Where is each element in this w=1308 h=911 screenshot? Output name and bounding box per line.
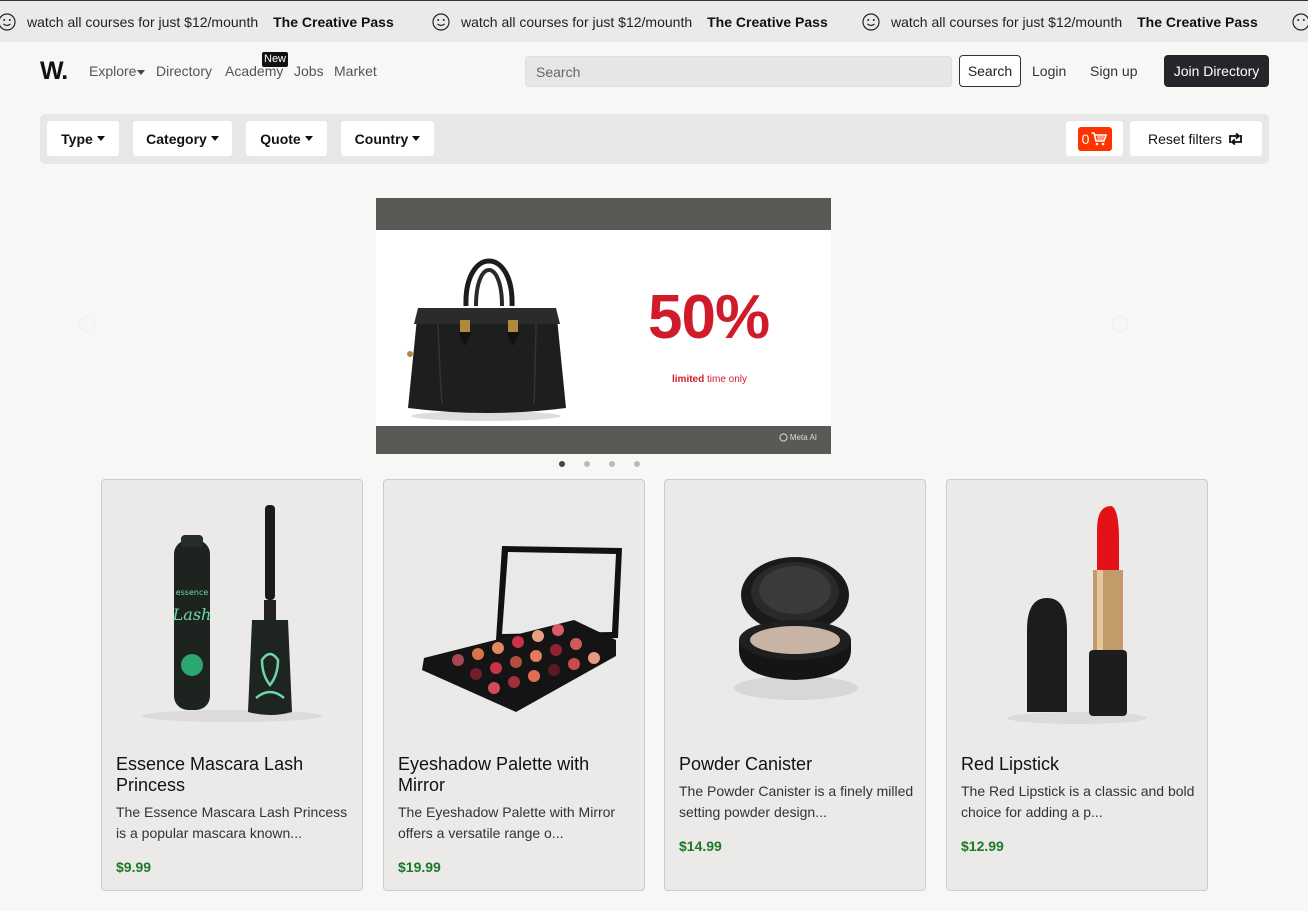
marquee-pass-name: The Creative Pass [1137, 14, 1258, 30]
caret-down-icon [210, 136, 219, 141]
promo-banner: 50% limited time only [376, 230, 831, 426]
refresh-icon [1229, 132, 1242, 145]
carousel-dot[interactable] [559, 461, 565, 467]
carousel-dot[interactable] [584, 461, 590, 467]
watermark: Meta AI [779, 433, 817, 442]
filter-type-button[interactable]: Type [47, 121, 119, 156]
marquee-pass-name: The Creative Pass [707, 14, 828, 30]
reset-filters-label: Reset filters [1148, 130, 1222, 147]
promo-subtitle: limited time only [672, 374, 747, 385]
caret-down-icon [137, 69, 146, 75]
carousel-slide: 50% limited time only Meta AI [376, 198, 831, 454]
smiley-icon [432, 13, 450, 31]
nav-jobs[interactable]: Jobs [294, 63, 324, 79]
product-card[interactable]: Red Lipstick The Red Lipstick is a class… [946, 479, 1208, 891]
filter-category-button[interactable]: Category [133, 121, 232, 156]
marquee-pass-name: The Creative Pass [273, 14, 394, 30]
caret-down-icon [96, 136, 105, 141]
carousel-dot[interactable] [634, 461, 640, 467]
product-title[interactable]: Red Lipstick [961, 754, 1197, 775]
promo-limited: limited [672, 374, 705, 385]
cart-button[interactable]: 0 [1066, 121, 1123, 156]
product-title[interactable]: Powder Canister [679, 754, 915, 775]
filter-bar: Type Category Quote Country 0 Reset filt… [40, 114, 1269, 164]
svg-text:Lash: Lash [172, 605, 212, 624]
cart-count: 0 [1081, 130, 1090, 147]
smiley-icon [862, 13, 880, 31]
promo-marquee: watch all courses for just $12/mounth Th… [0, 0, 1308, 42]
reset-filters-button[interactable]: Reset filters [1130, 121, 1262, 156]
product-card[interactable]: Eyeshadow Palette with Mirror The Eyesha… [383, 479, 645, 891]
product-price: $9.99 [116, 859, 152, 875]
marquee-item[interactable]: watch all courses for just $12/mounth Th… [862, 11, 1258, 33]
product-description: The Powder Canister is a finely milled s… [679, 783, 914, 820]
carousel-next-button[interactable] [1112, 316, 1128, 332]
powder-canister-image [734, 557, 858, 700]
mascara-image: essence Lash [142, 505, 322, 722]
filter-country-button[interactable]: Country [341, 121, 434, 156]
caret-down-icon [412, 136, 421, 141]
promo-percent: 50% [648, 283, 770, 352]
product-price: $19.99 [398, 859, 441, 875]
product-title[interactable]: Eyeshadow Palette with Mirror [398, 754, 634, 796]
site-logo[interactable]: W. [40, 57, 68, 86]
product-price: $12.99 [961, 838, 1004, 854]
svg-text:essence: essence [176, 588, 209, 597]
search-input[interactable] [525, 56, 952, 87]
product-description: The Red Lipstick is a classic and bold c… [961, 783, 1195, 820]
marquee-item[interactable]: watch all courses for just $12/mounth Th… [0, 11, 394, 33]
carousel-indicators [559, 461, 659, 467]
marquee-text: watch all courses for just $12/mounth [27, 14, 259, 30]
nav-explore-label: Explore [89, 63, 137, 79]
cart-icon [1091, 131, 1108, 145]
nav-market[interactable]: Market [334, 63, 377, 79]
marquee-item[interactable]: watch all courses for just $12/mounth Th… [432, 11, 828, 33]
promo-time-only: time only [707, 374, 748, 385]
login-link[interactable]: Login [1032, 63, 1066, 79]
cart-badge: 0 [1077, 126, 1112, 151]
smiley-icon [1292, 13, 1308, 31]
watermark-text: Meta AI [789, 433, 817, 442]
filter-quote-button[interactable]: Quote [246, 121, 327, 156]
filter-category-label: Category [146, 130, 207, 147]
marquee-item [1292, 11, 1308, 33]
filter-type-label: Type [61, 130, 93, 147]
meta-ai-icon [779, 433, 788, 442]
join-directory-button[interactable]: Join Directory [1164, 55, 1269, 87]
product-card[interactable]: essence Lash Essence Mascara Lash Prince… [101, 479, 363, 891]
carousel-dot[interactable] [609, 461, 615, 467]
product-description: The Eyeshadow Palette with Mirror offers… [398, 804, 616, 841]
filter-quote-label: Quote [260, 130, 301, 147]
signup-link[interactable]: Sign up [1090, 63, 1137, 79]
carousel-prev-button[interactable] [79, 316, 95, 332]
red-lipstick-image [1007, 506, 1147, 724]
new-badge: New [262, 52, 289, 67]
smiley-icon [0, 13, 16, 31]
product-title[interactable]: Essence Mascara Lash Princess [116, 754, 352, 796]
product-card[interactable]: Powder Canister The Powder Canister is a… [664, 479, 926, 891]
nav-explore[interactable]: Explore [89, 63, 146, 79]
eyeshadow-palette-image [422, 546, 622, 712]
filter-country-label: Country [354, 130, 409, 147]
product-description: The Essence Mascara Lash Princess is a p… [116, 804, 348, 841]
nav-directory[interactable]: Directory [156, 63, 212, 79]
product-price: $14.99 [679, 838, 722, 854]
marquee-text: watch all courses for just $12/mounth [891, 14, 1123, 30]
handbag-image [407, 258, 566, 421]
marquee-text: watch all courses for just $12/mounth [461, 14, 693, 30]
search-button[interactable]: Search [959, 55, 1021, 87]
caret-down-icon [304, 136, 313, 141]
